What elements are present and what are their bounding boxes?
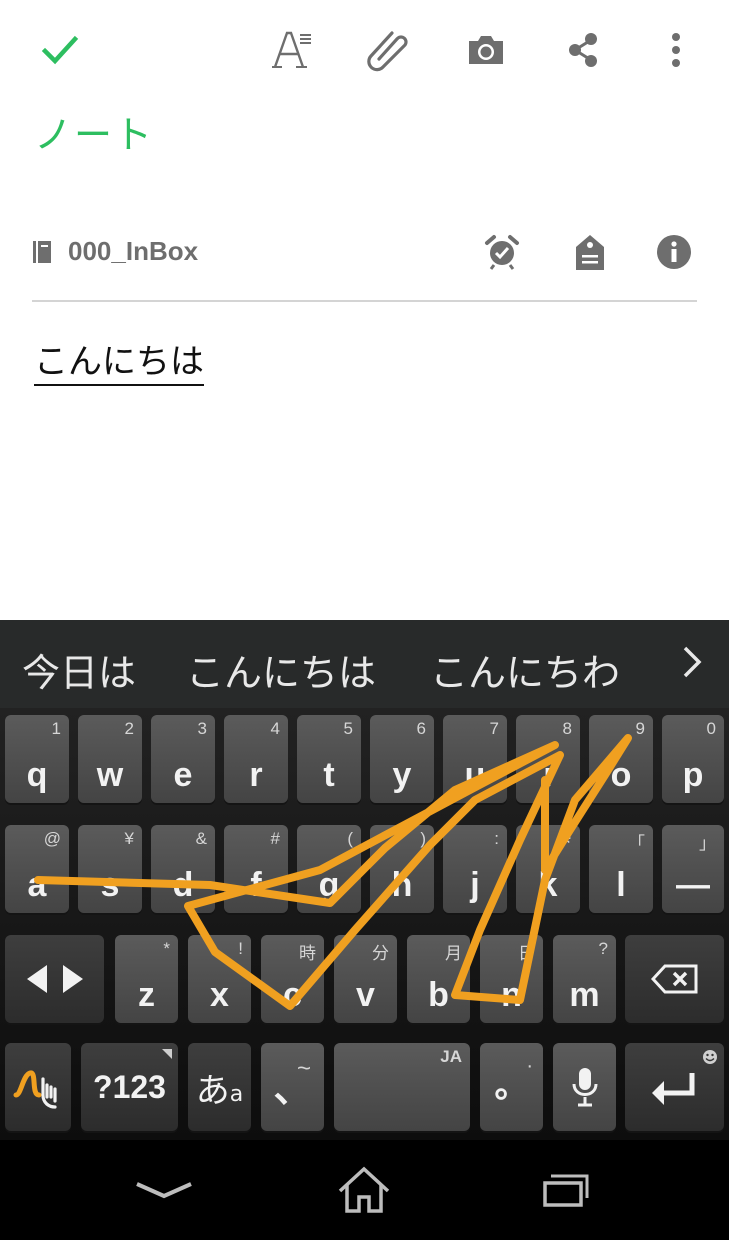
key-r[interactable]: 4r <box>224 715 288 803</box>
symbols-key[interactable]: ?123 <box>81 1043 178 1131</box>
back-button[interactable] <box>124 1162 204 1218</box>
note-toolbar <box>0 0 729 100</box>
home-button[interactable] <box>324 1162 404 1218</box>
key-b[interactable]: 月b <box>407 935 470 1023</box>
navigation-bar <box>0 1140 729 1240</box>
space-key[interactable]: JA <box>334 1043 470 1131</box>
key-l[interactable]: 「l <box>589 825 653 913</box>
key-h[interactable]: ) h <box>370 825 434 913</box>
soft-keyboard: 今日は こんにちは こんにちわ 1q 2w 3e 4r 5t 6y 7u 8i … <box>0 620 729 1140</box>
tag-button[interactable] <box>570 232 610 272</box>
key-i[interactable]: 8i <box>516 715 580 803</box>
info-icon <box>657 235 691 269</box>
key-d[interactable]: & d <box>151 825 215 913</box>
suggestion-strip: 今日は こんにちは こんにちわ <box>0 620 729 708</box>
key-comma[interactable]: ~ 、 <box>261 1043 324 1131</box>
tag-icon <box>576 235 604 270</box>
key-z[interactable]: * z <box>115 935 178 1023</box>
key-n[interactable]: 日n <box>480 935 543 1023</box>
suggestion-2[interactable]: こんにちは <box>186 642 376 697</box>
key-k[interactable]: ※ k <box>516 825 580 913</box>
notebook-row: 000_InBox <box>32 226 697 302</box>
notebook-icon <box>33 241 51 263</box>
more-options-button[interactable] <box>648 22 704 78</box>
done-button[interactable] <box>32 22 88 78</box>
attachment-icon <box>367 31 408 72</box>
key-f[interactable]: # f <box>224 825 288 913</box>
text-format-button[interactable] <box>264 22 320 78</box>
attach-button[interactable] <box>360 22 416 78</box>
key-q[interactable]: 1q <box>5 715 69 803</box>
note-body-text[interactable]: こんにちは <box>34 342 204 386</box>
kana-toggle-key[interactable]: あa <box>188 1043 251 1131</box>
note-title[interactable]: ノート <box>34 104 154 159</box>
key-m[interactable]: ? m <box>553 935 616 1023</box>
notebook-selector[interactable]: 000_InBox <box>68 236 198 267</box>
key-e[interactable]: 3e <box>151 715 215 803</box>
backspace-key[interactable] <box>625 935 724 1023</box>
key-a[interactable]: @ a <box>5 825 69 913</box>
corner-triangle-icon <box>162 1049 172 1059</box>
gesture-input-key[interactable] <box>5 1043 71 1131</box>
key-c[interactable]: 時c <box>261 935 324 1023</box>
reminder-button[interactable] <box>482 232 522 272</box>
enter-key[interactable] <box>625 1043 724 1131</box>
more-vert-icon <box>672 33 680 67</box>
voice-input-key[interactable] <box>553 1043 616 1131</box>
key-period[interactable]: · 。 <box>480 1043 543 1131</box>
chevron-right-icon[interactable] <box>677 640 707 684</box>
info-button[interactable] <box>654 232 694 272</box>
suggestion-1[interactable]: 今日は <box>22 642 136 697</box>
microphone-icon <box>572 1068 597 1107</box>
share-button[interactable] <box>555 22 611 78</box>
recents-button[interactable] <box>526 1162 606 1218</box>
key-p[interactable]: 0p <box>662 715 724 803</box>
emoji-icon <box>703 1050 717 1064</box>
backspace-icon <box>650 964 697 994</box>
key-v[interactable]: 分v <box>334 935 397 1023</box>
key-x[interactable]: ! x <box>188 935 251 1023</box>
check-icon <box>41 35 79 65</box>
key-w[interactable]: 2w <box>78 715 142 803</box>
camera-button[interactable] <box>458 22 514 78</box>
key-o[interactable]: 9o <box>589 715 653 803</box>
alarm-icon <box>485 235 519 270</box>
arrow-left-right-icon <box>26 965 83 993</box>
key-u[interactable]: 7u <box>443 715 507 803</box>
suggestion-3[interactable]: こんにちわ <box>430 642 620 697</box>
text-format-icon <box>272 31 311 68</box>
key-long-dash[interactable]: 」 — <box>662 825 724 913</box>
key-g[interactable]: (g <box>297 825 361 913</box>
cursor-keys[interactable] <box>5 935 104 1023</box>
chevron-down-icon <box>136 1182 192 1199</box>
key-y[interactable]: 6y <box>370 715 434 803</box>
swipe-hand-icon <box>13 1070 57 1109</box>
recents-icon <box>543 1174 589 1207</box>
camera-icon <box>469 36 503 64</box>
key-s[interactable]: ¥ s <box>78 825 142 913</box>
key-j[interactable]: :j <box>443 825 507 913</box>
share-icon <box>569 33 597 67</box>
home-icon <box>338 1166 390 1213</box>
enter-icon <box>651 1073 694 1105</box>
key-t[interactable]: 5t <box>297 715 361 803</box>
